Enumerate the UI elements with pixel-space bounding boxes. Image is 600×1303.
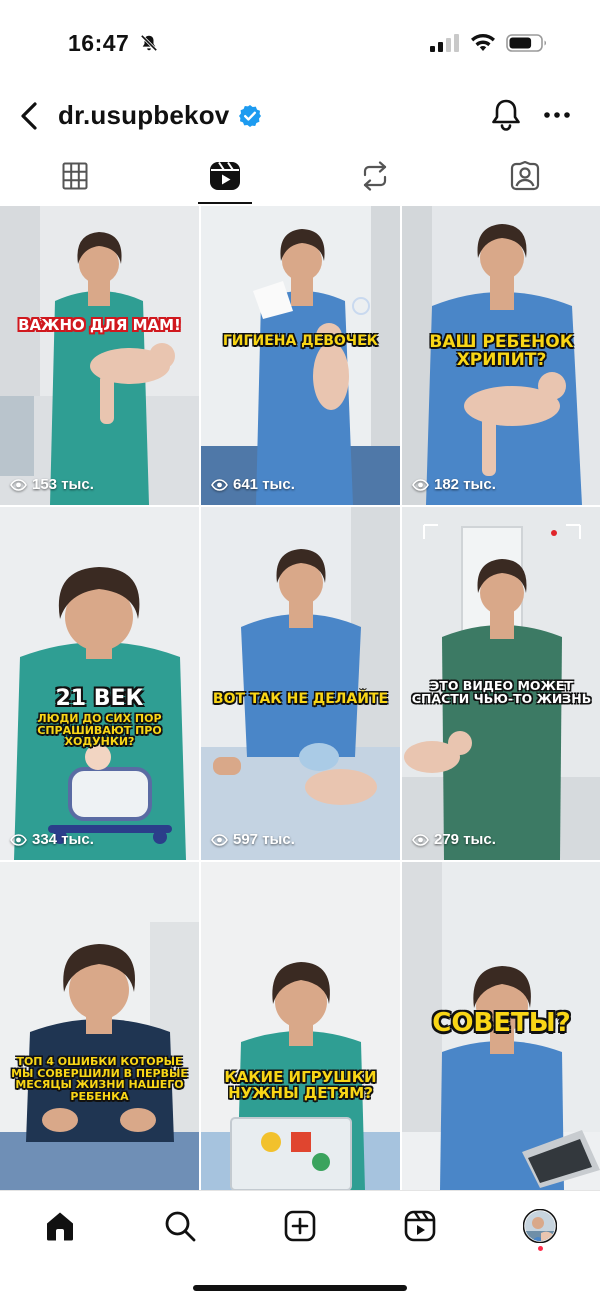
reel-caption: КАКИЕ ИГРУШКИ НУЖНЫ ДЕТЯМ? [224, 1068, 377, 1102]
reel-caption: ВОТ ТАК НЕ ДЕЛАЙТЕ [212, 691, 389, 707]
eye-icon [412, 833, 429, 846]
reel-view-count: 641 тыс. [211, 476, 295, 493]
nav-home[interactable] [0, 1191, 120, 1260]
reel-thumbnail[interactable]: КАКИЕ ИГРУШКИ НУЖНЫ ДЕТЯМ? [201, 862, 400, 1190]
reel-view-count: 153 тыс. [10, 476, 94, 493]
reel-view-count: 334 тыс. [10, 831, 94, 848]
reel-thumbnail[interactable]: ВАЖНО ДЛЯ МАМ! 153 тыс. [0, 206, 199, 505]
wifi-icon [471, 34, 495, 51]
reel-caption: ВАЖНО ДЛЯ МАМ! [18, 316, 181, 334]
more-options-button[interactable] [542, 102, 572, 128]
eye-icon [211, 833, 228, 846]
profile-header: dr.usupbekov [0, 88, 600, 144]
bottom-navigation [0, 1190, 600, 1260]
reel-caption: ТОП 4 ОШИБКИ КОТОРЫЕ МЫ СОВЕРШИЛИ В ПЕРВ… [11, 1055, 188, 1103]
status-time: 16:47 [68, 30, 130, 56]
profile-tabs [0, 148, 600, 204]
reel-caption: ЛЮДИ ДО СИХ ПОР СПРАШИВАЮТ ПРО ХОДУНКИ? [37, 712, 162, 749]
reel-thumbnail[interactable]: СОВЕТЫ? [402, 862, 600, 1190]
view-count-text: 182 тыс. [434, 476, 496, 493]
nav-reels[interactable] [360, 1191, 480, 1260]
tab-posts-grid[interactable] [0, 148, 150, 204]
verified-badge-icon [239, 105, 261, 127]
view-count-text: 153 тыс. [32, 476, 94, 493]
back-button[interactable] [14, 98, 44, 134]
reel-thumbnail[interactable]: ГИГИЕНА ДЕВОЧЕК 641 тыс. [201, 206, 400, 505]
reel-thumbnail[interactable]: ВОТ ТАК НЕ ДЕЛАЙТЕ 597 тыс. [201, 507, 400, 860]
tagged-user-icon [510, 161, 540, 191]
repost-icon [363, 161, 387, 191]
reel-preview-image [201, 862, 400, 1190]
home-indicator-bar [193, 1285, 407, 1291]
reel-caption: ЭТО ВИДЕО МОЖЕТ СПАСТИ ЧЬЮ-ТО ЖИЗНЬ [411, 678, 592, 707]
reel-preview-image [0, 862, 199, 1190]
reel-preview-image [0, 507, 199, 860]
reel-caption-title: 21 ВЕК [55, 686, 144, 711]
reel-caption: ГИГИЕНА ДЕВОЧЕК [222, 333, 379, 349]
reel-preview-image [0, 206, 199, 505]
nav-search[interactable] [120, 1191, 240, 1260]
grid-icon [62, 162, 88, 190]
eye-icon [412, 478, 429, 491]
battery-icon [506, 34, 547, 52]
notifications-button[interactable] [490, 98, 522, 132]
bell-icon [492, 99, 520, 131]
eye-icon [10, 833, 27, 846]
reels-icon [210, 161, 240, 190]
status-bar: 16:47 [0, 0, 600, 88]
eye-icon [211, 478, 228, 491]
nav-profile[interactable] [480, 1191, 600, 1260]
reel-preview-image [201, 507, 400, 860]
reel-view-count: 279 тыс. [412, 831, 496, 848]
reel-thumbnail[interactable]: ЭТО ВИДЕО МОЖЕТ СПАСТИ ЧЬЮ-ТО ЖИЗНЬ 279 … [402, 507, 600, 860]
reel-preview-image [201, 206, 400, 505]
view-count-text: 279 тыс. [434, 831, 496, 848]
reel-caption: ВАШ РЕБЕНОК ХРИПИТ? [429, 332, 574, 370]
cellular-signal-icon [430, 34, 459, 52]
reel-view-count: 182 тыс. [412, 476, 496, 493]
create-post-icon [284, 1210, 316, 1241]
reel-thumbnail[interactable]: ВАШ РЕБЕНОК ХРИПИТ? 182 тыс. [402, 206, 600, 505]
tab-reposts[interactable] [300, 148, 450, 204]
reel-thumbnail[interactable]: 21 ВЕК ЛЮДИ ДО СИХ ПОР СПРАШИВАЮТ ПРО ХО… [0, 507, 199, 860]
silent-mode-icon [140, 34, 158, 52]
more-horizontal-icon [544, 112, 570, 118]
view-count-text: 334 тыс. [32, 831, 94, 848]
home-icon [47, 1212, 73, 1240]
profile-avatar [523, 1208, 557, 1243]
search-icon [165, 1211, 196, 1241]
reels-icon [404, 1210, 436, 1241]
profile-username[interactable]: dr.usupbekov [58, 100, 229, 131]
view-count-text: 641 тыс. [233, 476, 295, 493]
reel-caption: СОВЕТЫ? [432, 1008, 571, 1038]
reel-thumbnail[interactable]: ТОП 4 ОШИБКИ КОТОРЫЕ МЫ СОВЕРШИЛИ В ПЕРВ… [0, 862, 199, 1190]
chevron-left-icon [21, 102, 37, 130]
reel-view-count: 597 тыс. [211, 831, 295, 848]
nav-create[interactable] [240, 1191, 360, 1260]
view-count-text: 597 тыс. [233, 831, 295, 848]
tab-reels[interactable] [150, 148, 300, 204]
reels-grid: ВАЖНО ДЛЯ МАМ! 153 тыс. ГИГИЕНА ДЕВОЧЕК … [0, 206, 600, 1190]
notification-dot [538, 1246, 543, 1251]
eye-icon [10, 478, 27, 491]
tab-tagged[interactable] [450, 148, 600, 204]
